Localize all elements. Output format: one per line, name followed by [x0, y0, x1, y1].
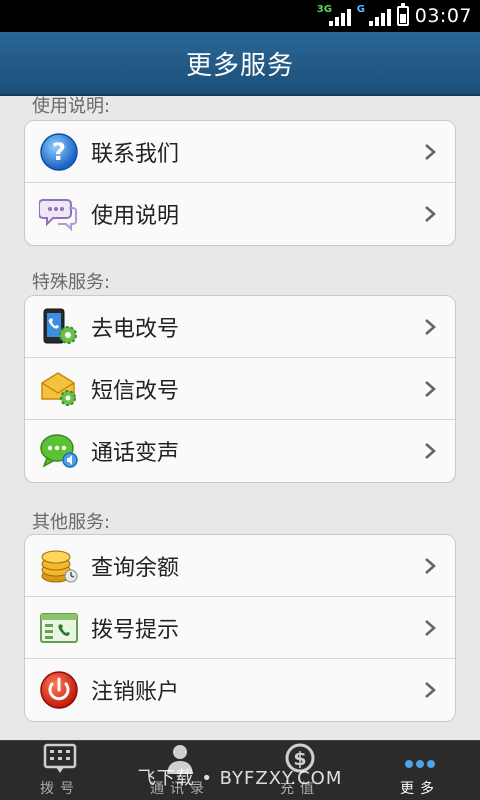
chevron-right-icon	[425, 143, 436, 160]
section-title-usage: 使用说明:	[32, 96, 111, 117]
power-icon	[40, 671, 78, 709]
group-usage: ? 联系我们 使用说明	[24, 120, 456, 246]
signal-g-icon: G	[356, 4, 391, 26]
phone-gear-icon	[43, 308, 77, 344]
chevron-right-icon	[425, 443, 436, 459]
dialpad-icon	[43, 743, 77, 773]
section-title-other: 其他服务:	[32, 512, 111, 533]
title-bar: 更多服务	[0, 32, 480, 96]
menu-item-sms-number-change[interactable]: 短信改号	[25, 358, 455, 420]
voice-bubble-icon	[40, 434, 78, 468]
chevron-right-icon	[425, 619, 436, 636]
dial-tip-icon	[40, 612, 78, 643]
menu-item-outgoing-number-change[interactable]: 去电改号	[25, 296, 455, 358]
envelope-gear-icon	[41, 371, 76, 406]
menu-item-label: 联系我们	[91, 141, 180, 167]
chevron-right-icon	[425, 380, 436, 397]
help-icon: ?	[40, 132, 78, 171]
tab-label: 充值	[280, 781, 320, 797]
menu-item-label: 使用说明	[91, 204, 180, 229]
signal-3g-icon: 3G	[316, 4, 351, 26]
chat-bubbles-icon	[39, 199, 77, 232]
menu-item-cancel-account[interactable]: 注销账户	[25, 659, 455, 721]
tab-recharge[interactable]: $ 充值	[240, 741, 360, 800]
network-type-label: 3G	[316, 4, 332, 15]
chevron-right-icon	[425, 206, 436, 222]
recharge-icon: $	[285, 743, 315, 773]
more-icon	[405, 760, 435, 768]
tab-label: 通讯录	[150, 781, 210, 797]
menu-item-voice-change[interactable]: 通话变声	[25, 420, 455, 482]
menu-item-label: 去电改号	[91, 316, 180, 342]
menu-item-dial-tip[interactable]: 拨号提示	[25, 597, 455, 659]
services-list[interactable]: 使用说明: ? 联系我们 使用说明 特殊服务: 去电改号 短信改号 通话变声 其…	[0, 96, 480, 740]
tab-label: 拨号	[40, 781, 80, 797]
tab-contacts[interactable]: 通讯录	[120, 741, 240, 800]
chevron-right-icon	[425, 557, 436, 574]
chevron-right-icon	[425, 682, 436, 698]
svg-text:$: $	[293, 748, 306, 770]
menu-item-usage-guide[interactable]: 使用说明	[25, 183, 455, 245]
menu-item-label: 通话变声	[91, 441, 180, 466]
page-title: 更多服务	[185, 50, 294, 81]
menu-item-label: 查询余额	[91, 555, 180, 581]
section-title-special: 特殊服务:	[32, 272, 111, 293]
tab-more[interactable]: 更多	[360, 741, 480, 800]
svg-text:?: ?	[52, 138, 66, 166]
clock: 03:07	[414, 5, 472, 27]
battery-icon	[396, 3, 409, 26]
status-bar: 3G G 03:07	[0, 0, 480, 32]
menu-item-label: 拨号提示	[91, 617, 180, 643]
group-special: 去电改号 短信改号 通话变声	[24, 295, 456, 483]
contacts-icon	[167, 745, 193, 774]
menu-item-label: 注销账户	[91, 680, 180, 705]
network-type-label: G	[356, 4, 365, 15]
tab-dial[interactable]: 拨号	[0, 741, 120, 800]
tab-label: 更多	[400, 781, 440, 797]
chevron-right-icon	[425, 318, 436, 335]
menu-item-contact-us[interactable]: ? 联系我们	[25, 121, 455, 183]
coins-icon	[41, 550, 78, 582]
group-other: 查询余额 拨号提示 注销账户	[24, 534, 456, 722]
bottom-tab-bar: 拨号 通讯录 $ 充值 更多	[0, 740, 480, 800]
menu-item-check-balance[interactable]: 查询余额	[25, 535, 455, 597]
menu-item-label: 短信改号	[91, 378, 180, 404]
